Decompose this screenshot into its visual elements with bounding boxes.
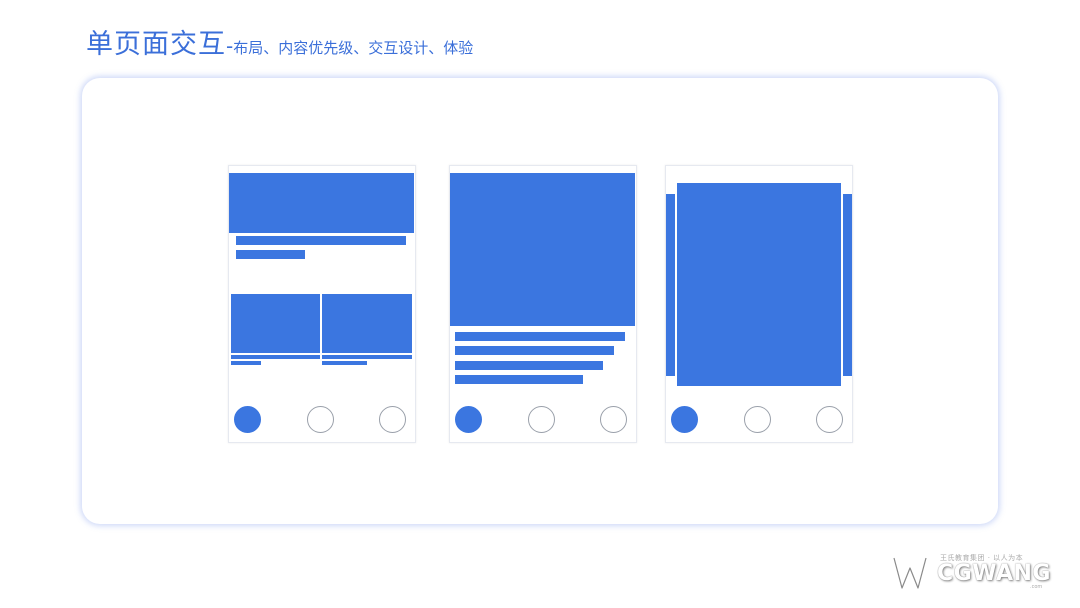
phone-mockup-grid-layout xyxy=(228,165,416,443)
text-line-block xyxy=(455,361,603,370)
page-subtitle: 布局、内容优先级、交互设计、体验 xyxy=(233,39,474,57)
nav-dot-active-icon[interactable] xyxy=(455,406,482,433)
grid-card-left-image xyxy=(231,294,320,353)
diagram-card xyxy=(82,78,998,524)
phone-mockup-list-layout xyxy=(449,165,637,443)
text-line-block xyxy=(455,346,614,355)
nav-dot-icon[interactable] xyxy=(600,406,627,433)
text-line-block xyxy=(236,236,406,245)
text-line-block xyxy=(455,332,625,341)
text-line-block xyxy=(236,250,305,259)
carousel-next-card-edge xyxy=(843,194,852,376)
grid-card-right-image xyxy=(322,294,412,353)
phone-mockup-carousel-layout xyxy=(665,165,853,443)
nav-dot-icon[interactable] xyxy=(528,406,555,433)
nav-dot-icon[interactable] xyxy=(744,406,771,433)
nav-dot-icon[interactable] xyxy=(379,406,406,433)
nav-dot-active-icon[interactable] xyxy=(671,406,698,433)
watermark-domain: .com xyxy=(1030,584,1043,590)
nav-dot-icon[interactable] xyxy=(307,406,334,433)
watermark-brand: CGWANG xyxy=(937,561,1051,586)
grid-card-right-subcaption xyxy=(322,361,367,365)
grid-card-left-caption xyxy=(231,355,320,359)
carousel-prev-card-edge xyxy=(666,194,675,376)
nav-dot-active-icon[interactable] xyxy=(234,406,261,433)
grid-card-right-caption xyxy=(322,355,412,359)
grid-card-left-subcaption xyxy=(231,361,261,365)
large-image-block xyxy=(450,173,635,326)
hero-banner-block xyxy=(229,173,414,233)
page-title-row: 单页面交互-布局、内容优先级、交互设计、体验 xyxy=(86,22,473,61)
page-title: 单页面交互 xyxy=(86,29,226,60)
text-line-block xyxy=(455,375,583,384)
nav-dot-icon[interactable] xyxy=(816,406,843,433)
carousel-current-card xyxy=(677,183,841,386)
